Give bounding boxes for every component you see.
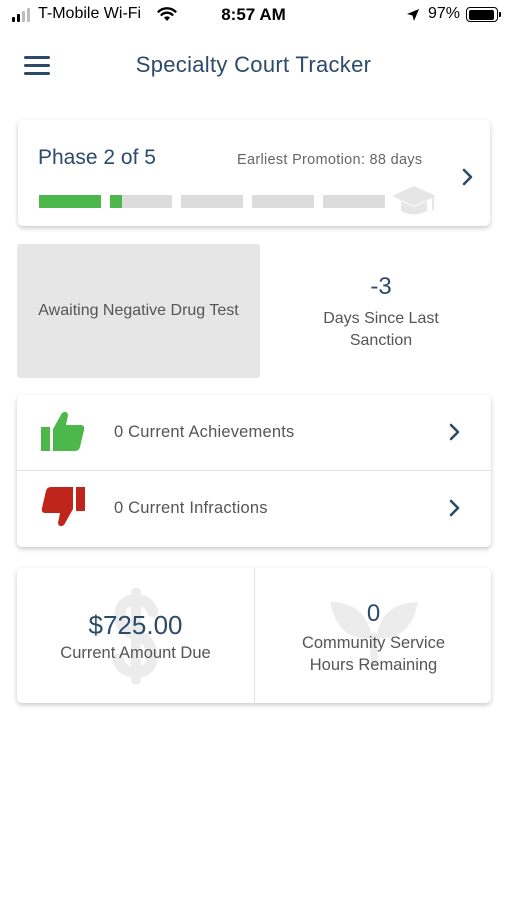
amount-due-value: $725.00 [88, 610, 183, 640]
phase-progress-card[interactable]: Phase 2 of 5 Earliest Promotion: 88 days [18, 120, 490, 226]
balances-card: $725.00 Current Amount Due 0 Community S… [17, 568, 491, 703]
chevron-right-icon[interactable] [449, 423, 461, 446]
phase-title: Phase 2 of 5 [38, 146, 156, 169]
status-bar: T-Mobile Wi-Fi 8:57 AM 97% [0, 0, 507, 32]
phase-segment-fill [39, 195, 101, 208]
chevron-right-icon[interactable] [462, 168, 474, 191]
infractions-row[interactable]: 0 Current Infractions [17, 471, 491, 547]
community-service-label-line2: Hours Remaining [309, 656, 438, 674]
amount-due-tile[interactable]: $725.00 Current Amount Due [17, 568, 254, 703]
days-since-sanction-value: -3 [370, 273, 392, 300]
location-arrow-icon [406, 8, 420, 27]
app-header: Specialty Court Tracker [0, 36, 507, 96]
community-service-label-line1: Community Service [301, 634, 446, 652]
infractions-label: 0 Current Infractions [114, 499, 268, 517]
phase-segment-4 [252, 195, 314, 208]
achievements-infractions-card: 0 Current Achievements 0 Current Infract… [17, 395, 491, 547]
phase-segment-1 [39, 195, 101, 208]
community-service-value: 0 [366, 600, 381, 627]
phase-segment-3 [181, 195, 243, 208]
app-title: Specialty Court Tracker [135, 52, 372, 77]
thumbs-up-icon [39, 409, 87, 458]
community-service-label: Community Service Hours Remaining [255, 632, 492, 676]
drug-test-label: Awaiting Negative Drug Test [38, 302, 239, 319]
drug-test-status: Awaiting Negative Drug Test [17, 244, 260, 378]
battery-icon [466, 7, 501, 22]
earliest-promotion: Earliest Promotion: 88 days [237, 152, 423, 168]
phase-segment-2 [110, 195, 172, 208]
community-service-tile[interactable]: 0 Community Service Hours Remaining [255, 568, 492, 703]
sanction-counter: -3 Days Since Last Sanction [270, 272, 492, 352]
battery-percent: 97% [428, 5, 461, 22]
phase-segment-5 [323, 195, 385, 208]
days-since-sanction-label: Days Since Last Sanction [323, 310, 439, 349]
amount-due-label: Current Amount Due [60, 644, 211, 662]
chevron-right-icon[interactable] [449, 499, 461, 522]
achievements-label: 0 Current Achievements [114, 423, 295, 441]
thumbs-down-icon [39, 485, 87, 534]
phase-segment-fill [110, 195, 123, 208]
achievements-row[interactable]: 0 Current Achievements [17, 395, 491, 471]
graduation-cap-icon [390, 184, 438, 223]
phase-progress-bar [39, 195, 385, 208]
